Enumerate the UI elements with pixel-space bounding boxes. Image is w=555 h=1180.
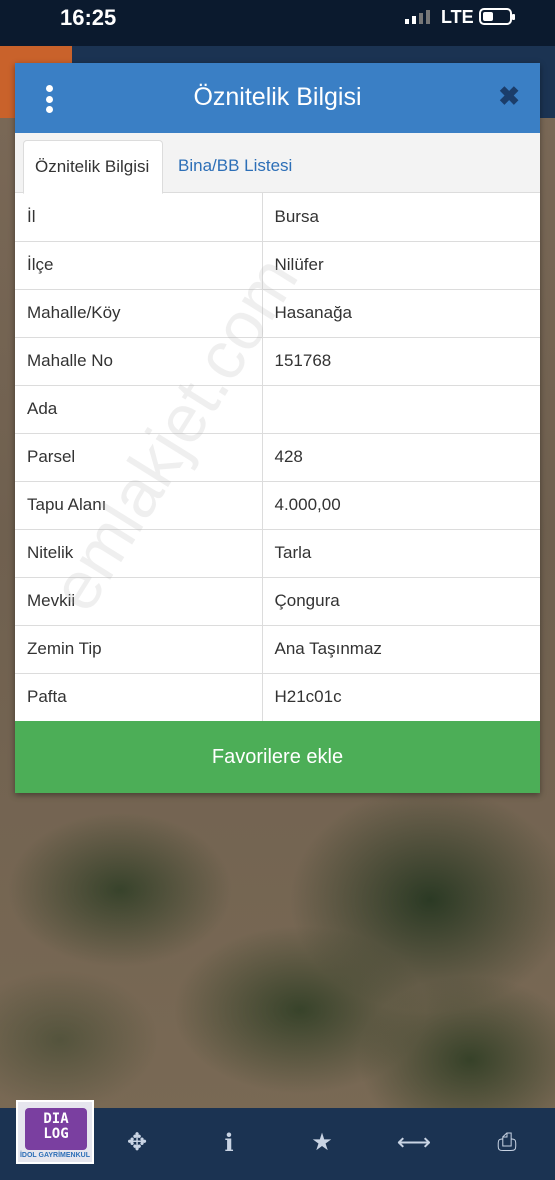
table-row: İlçe Nilüfer xyxy=(15,241,540,290)
row-key: İlçe xyxy=(15,241,263,290)
row-key: Mahalle/Köy xyxy=(15,289,263,338)
row-value: 151768 xyxy=(262,337,540,386)
row-value: H21c01c xyxy=(262,673,540,722)
modal-title: Öznitelik Bilgisi xyxy=(193,83,362,111)
row-key: Tapu Alanı xyxy=(15,481,263,530)
row-key: Mevkii xyxy=(15,577,263,626)
row-value: 428 xyxy=(262,433,540,482)
table-row: Zemin Tip Ana Taşınmaz xyxy=(15,625,540,674)
row-key: Parsel xyxy=(15,433,263,482)
measure-icon[interactable]: ⟷ xyxy=(394,1128,434,1158)
logo-line1: DIA xyxy=(43,1111,69,1127)
status-bar: 16:25 LTE xyxy=(0,0,555,46)
row-key: Zemin Tip xyxy=(15,625,263,674)
modal-header: Öznitelik Bilgisi ✖ xyxy=(15,63,540,133)
row-value: Çongura xyxy=(262,577,540,626)
row-value: Hasanağa xyxy=(262,289,540,338)
print-icon[interactable]: ⎙ xyxy=(487,1128,527,1158)
row-value: Nilüfer xyxy=(262,241,540,290)
table-row: Pafta H21c01c xyxy=(15,673,540,722)
row-key: Ada xyxy=(15,385,263,434)
table-row: Tapu Alanı 4.000,00 xyxy=(15,481,540,530)
row-value: Ana Taşınmaz xyxy=(262,625,540,674)
row-value: 4.000,00 xyxy=(262,481,540,530)
crosshair-icon[interactable]: ✥ xyxy=(117,1128,157,1158)
row-value xyxy=(262,385,540,434)
table-row: İl Bursa xyxy=(15,193,540,242)
add-favorite-button[interactable]: Favorilere ekle xyxy=(15,721,540,793)
info-icon[interactable]: i xyxy=(209,1128,249,1158)
logo-line2: LOG xyxy=(43,1126,69,1142)
company-logo: DIA LOG İDOL GAYRİMENKUL xyxy=(16,1100,94,1164)
logo-badge: DIA LOG xyxy=(25,1108,87,1150)
table-row: Mahalle No 151768 xyxy=(15,337,540,386)
row-value: Tarla xyxy=(262,529,540,578)
signal-icon xyxy=(405,10,430,24)
table-row: Nitelik Tarla xyxy=(15,529,540,578)
close-icon[interactable]: ✖ xyxy=(498,83,520,109)
row-key: Pafta xyxy=(15,673,263,722)
attribute-table: İl Bursa İlçe Nilüfer Mahalle/Köy Hasanağa … xyxy=(15,193,540,722)
tab-bar: Öznitelik Bilgisi Bina/BB Listesi xyxy=(15,133,540,194)
network-label: LTE xyxy=(441,7,474,27)
row-key: İl xyxy=(15,193,263,242)
table-row: Mahalle/Köy Hasanağa xyxy=(15,289,540,338)
table-row: Parsel 428 xyxy=(15,433,540,482)
status-time: 16:25 xyxy=(60,5,117,30)
battery-icon xyxy=(479,8,515,25)
attribute-modal: Öznitelik Bilgisi ✖ Öznitelik Bilgisi Bi… xyxy=(15,63,540,793)
table-row: Ada xyxy=(15,385,540,434)
star-icon[interactable]: ★ xyxy=(302,1128,342,1158)
table-row: Mevkii Çongura xyxy=(15,577,540,626)
row-key: Nitelik xyxy=(15,529,263,578)
row-key: Mahalle No xyxy=(15,337,263,386)
tab-attribute-info[interactable]: Öznitelik Bilgisi xyxy=(23,140,163,194)
tab-building-list[interactable]: Bina/BB Listesi xyxy=(167,140,303,194)
logo-subtitle: İDOL GAYRİMENKUL xyxy=(19,1152,90,1159)
row-value: Bursa xyxy=(262,193,540,242)
